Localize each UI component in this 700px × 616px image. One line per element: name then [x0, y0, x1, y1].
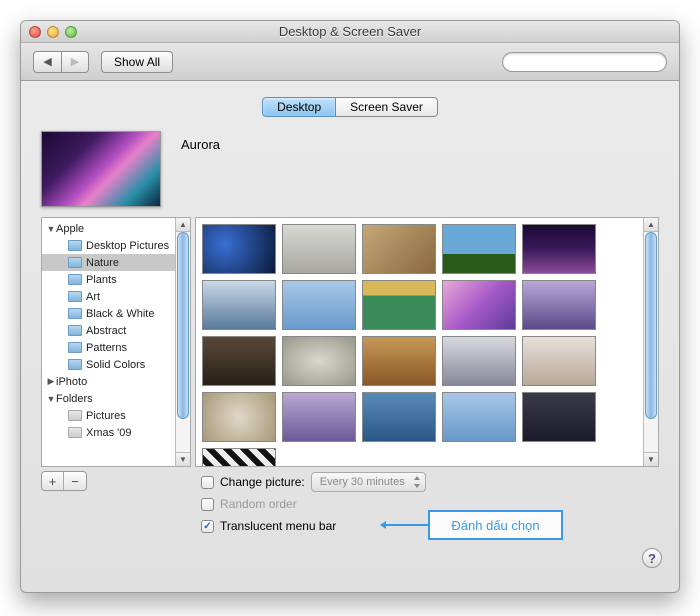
- thumbnail[interactable]: [442, 392, 516, 442]
- sidebar-item-solid[interactable]: Solid Colors: [42, 356, 190, 373]
- remove-button[interactable]: −: [64, 472, 86, 490]
- scroll-thumb[interactable]: [645, 232, 657, 419]
- thumbnail[interactable]: [522, 224, 596, 274]
- folder-icon: [68, 308, 82, 319]
- thumbnail[interactable]: [282, 392, 356, 442]
- folder-icon: [68, 257, 82, 268]
- sidebar-item-desktop-pictures[interactable]: Desktop Pictures: [42, 237, 190, 254]
- back-button[interactable]: ◀: [33, 51, 61, 73]
- sidebar-item-nature[interactable]: Nature: [42, 254, 190, 271]
- annotation-callout: Đánh dấu chọn: [428, 510, 563, 540]
- thumbnail[interactable]: [522, 280, 596, 330]
- sidebar-item-pictures[interactable]: Pictures: [42, 407, 190, 424]
- annotation-arrow: [386, 524, 428, 526]
- translucent-checkbox[interactable]: [201, 520, 214, 533]
- preferences-window: Desktop & Screen Saver ◀ ▶ Show All Desk…: [20, 20, 680, 593]
- sidebar-item-art[interactable]: Art: [42, 288, 190, 305]
- thumbnail[interactable]: [202, 448, 276, 467]
- preview-row: Aurora: [41, 131, 659, 207]
- change-picture-label: Change picture:: [220, 475, 305, 489]
- folder-icon: [68, 359, 82, 370]
- sidebar-scrollbar[interactable]: ▲ ▼: [175, 218, 190, 466]
- thumbnail[interactable]: [202, 392, 276, 442]
- sidebar-item-patterns[interactable]: Patterns: [42, 339, 190, 356]
- folder-icon: [68, 342, 82, 353]
- sidebar-item-xmas[interactable]: Xmas '09: [42, 424, 190, 441]
- zoom-icon[interactable]: [65, 26, 77, 38]
- minimize-icon[interactable]: [47, 26, 59, 38]
- disclosure-icon: ▼: [46, 394, 56, 404]
- scroll-up-icon[interactable]: ▲: [176, 218, 190, 232]
- folder-icon: [68, 274, 82, 285]
- scroll-track[interactable]: [644, 232, 658, 452]
- folder-icon: [68, 325, 82, 336]
- thumbnail[interactable]: [282, 280, 356, 330]
- grid-scrollbar[interactable]: ▲ ▼: [643, 218, 658, 466]
- content: Desktop Screen Saver Aurora ▼Apple Deskt…: [21, 81, 679, 557]
- change-picture-row: Change picture: Every 30 minutes: [201, 471, 659, 493]
- change-picture-checkbox[interactable]: [201, 476, 214, 489]
- scroll-up-icon[interactable]: ▲: [644, 218, 658, 232]
- wallpaper-name: Aurora: [181, 131, 220, 152]
- scroll-track[interactable]: [176, 232, 190, 452]
- thumbnails: [202, 224, 652, 467]
- thumbnail[interactable]: [362, 224, 436, 274]
- thumbnail[interactable]: [522, 336, 596, 386]
- tab-bar: Desktop Screen Saver: [41, 97, 659, 117]
- add-remove-segment: + −: [41, 471, 87, 491]
- sidebar-group-apple[interactable]: ▼Apple: [42, 220, 190, 237]
- toolbar: ◀ ▶ Show All: [21, 43, 679, 81]
- show-all-button[interactable]: Show All: [101, 51, 173, 73]
- wallpaper-preview: [41, 131, 161, 207]
- folder-icon: [68, 410, 82, 421]
- scroll-thumb[interactable]: [177, 232, 189, 419]
- thumbnail[interactable]: [362, 336, 436, 386]
- thumbnail[interactable]: [522, 392, 596, 442]
- sidebar-item-bw[interactable]: Black & White: [42, 305, 190, 322]
- random-order-checkbox: [201, 498, 214, 511]
- thumbnail[interactable]: [202, 224, 276, 274]
- thumbnail[interactable]: [442, 336, 516, 386]
- forward-button[interactable]: ▶: [61, 51, 89, 73]
- scroll-down-icon[interactable]: ▼: [176, 452, 190, 466]
- close-icon[interactable]: [29, 26, 41, 38]
- sidebar-item-abstract[interactable]: Abstract: [42, 322, 190, 339]
- thumbnail[interactable]: [202, 336, 276, 386]
- source-list[interactable]: ▼Apple Desktop Pictures Nature Plants Ar…: [42, 218, 190, 466]
- disclosure-icon: ▶: [46, 376, 56, 387]
- thumbnail[interactable]: [282, 224, 356, 274]
- search-wrap: [502, 52, 667, 72]
- search-input[interactable]: [502, 52, 667, 72]
- tab-desktop[interactable]: Desktop: [262, 97, 336, 117]
- folder-icon: [68, 291, 82, 302]
- main-row: ▼Apple Desktop Pictures Nature Plants Ar…: [41, 217, 659, 467]
- sidebar-group-iphoto[interactable]: ▶iPhoto: [42, 373, 190, 390]
- thumbnail[interactable]: [442, 280, 516, 330]
- scroll-down-icon[interactable]: ▼: [644, 452, 658, 466]
- window-title: Desktop & Screen Saver: [21, 24, 679, 39]
- tab-screensaver[interactable]: Screen Saver: [336, 97, 438, 117]
- thumbnail[interactable]: [282, 336, 356, 386]
- window-controls: [21, 26, 77, 38]
- sidebar-item-plants[interactable]: Plants: [42, 271, 190, 288]
- disclosure-icon: ▼: [46, 224, 56, 234]
- thumbnail-grid: ▲ ▼: [195, 217, 659, 467]
- folder-icon: [68, 240, 82, 251]
- interval-dropdown[interactable]: Every 30 minutes: [311, 472, 426, 492]
- sidebar-group-folders[interactable]: ▼Folders: [42, 390, 190, 407]
- thumbnail[interactable]: [442, 224, 516, 274]
- random-order-label: Random order: [220, 497, 297, 511]
- translucent-label: Translucent menu bar: [220, 519, 336, 533]
- folder-icon: [68, 427, 82, 438]
- help-button[interactable]: ?: [642, 548, 662, 568]
- add-button[interactable]: +: [42, 472, 64, 490]
- titlebar: Desktop & Screen Saver: [21, 21, 679, 43]
- nav-segment: ◀ ▶: [33, 51, 89, 73]
- thumbnail[interactable]: [362, 280, 436, 330]
- source-sidebar: ▼Apple Desktop Pictures Nature Plants Ar…: [41, 217, 191, 467]
- thumbnail[interactable]: [362, 392, 436, 442]
- thumbnail[interactable]: [202, 280, 276, 330]
